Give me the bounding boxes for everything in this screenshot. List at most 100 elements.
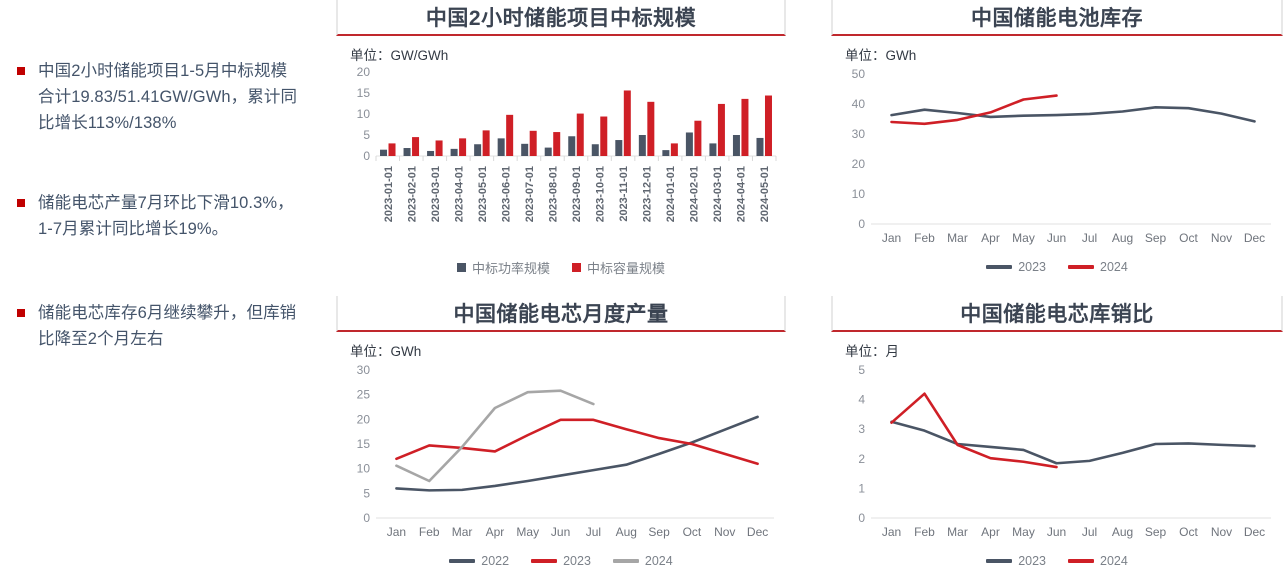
svg-text:2023-04-01: 2023-04-01: [453, 166, 465, 222]
chart-panel-inventory-sales-ratio: 中国储能电芯库销比 单位：月 0 1 2 3 4 5 Jan Feb Mar Apr May Jun J…: [831, 296, 1283, 577]
legend-swatch-icon: [986, 559, 1013, 563]
legend-item[interactable]: 2024: [1068, 554, 1128, 568]
chart-title-box: 中国2小时储能项目中标规模: [336, 0, 786, 36]
legend-label: 2024: [1100, 260, 1128, 274]
legend-item[interactable]: 2024: [612, 554, 673, 568]
svg-text:2023-12-01: 2023-12-01: [642, 166, 654, 222]
legend-swatch-icon: [572, 263, 581, 272]
chart-title: 中国储能电芯月度产量: [453, 303, 669, 326]
svg-text:Mar: Mar: [947, 525, 968, 539]
legend-item[interactable]: 中标功率规模: [456, 258, 550, 277]
svg-text:Jun: Jun: [1047, 525, 1066, 539]
svg-text:5: 5: [858, 363, 865, 377]
svg-text:20: 20: [852, 157, 866, 171]
svg-text:0: 0: [858, 217, 865, 231]
svg-text:2023-09-01: 2023-09-01: [571, 166, 583, 222]
svg-text:Aug: Aug: [616, 525, 637, 539]
svg-text:2024-03-01: 2024-03-01: [712, 166, 724, 222]
legend-label: 2024: [644, 554, 673, 568]
svg-text:2023-05-01: 2023-05-01: [477, 166, 489, 222]
svg-text:Mar: Mar: [452, 525, 473, 539]
chart-panel-battery-inventory: 中国储能电池库存 单位：GWh 0 10 20 30 40 50 Jan Feb Mar Apr M…: [831, 0, 1283, 290]
svg-text:2023-11-01: 2023-11-01: [618, 166, 630, 222]
svg-text:Jan: Jan: [387, 525, 406, 539]
chart-plot-area: 0 1 2 3 4 5 Jan Feb Mar Apr May Jun Jul Aug Sep Oct Nov D…: [831, 362, 1283, 552]
legend-item[interactable]: 2023: [531, 554, 591, 568]
svg-text:Nov: Nov: [1211, 525, 1232, 539]
svg-text:Sep: Sep: [1145, 231, 1167, 245]
legend-item[interactable]: 2022: [449, 554, 509, 568]
bullet-marker-icon: [17, 67, 25, 75]
list-item: 储能电芯库存6月继续攀升，但库销比降至2个月左右: [0, 300, 300, 352]
svg-text:May: May: [1012, 525, 1035, 539]
svg-text:Jul: Jul: [586, 525, 601, 539]
chart-legend: 2022 2023 2024: [336, 554, 786, 568]
legend-item[interactable]: 2023: [986, 554, 1046, 568]
chart-title: 中国2小时储能项目中标规模: [425, 7, 697, 30]
svg-text:2024-04-01: 2024-04-01: [736, 166, 748, 222]
chart-plot-area: 0 10 20 30 40 50 Jan Feb Mar Apr May Jun Jul Aug Sep Oc…: [831, 66, 1283, 258]
chart-panel-cell-production: 中国储能电芯月度产量 单位：GWh 0 5 10 15 20 25 30 Jan Feb Mar A…: [336, 296, 786, 577]
svg-text:2023-07-01: 2023-07-01: [524, 166, 536, 222]
chart-panel-bid-scale: 中国2小时储能项目中标规模 单位：GW/GWh 0 5 10 15 20 2023-01-…: [336, 0, 786, 290]
svg-text:10: 10: [852, 187, 866, 201]
legend-label: 中标功率规模: [471, 261, 550, 276]
list-item: 储能电芯产量7月环比下滑10.3%，1-7月累计同比增长19%。: [0, 190, 300, 242]
line-chart-svg: 0 1 2 3 4 5 Jan Feb Mar Apr May Jun Jul Aug Sep Oct Nov D…: [858, 363, 1271, 539]
svg-text:30: 30: [357, 363, 371, 377]
chart-unit-label: 单位：GW/GWh: [350, 48, 449, 63]
legend-swatch-icon: [612, 559, 639, 563]
svg-text:25: 25: [357, 388, 371, 402]
svg-text:Apr: Apr: [981, 525, 1000, 539]
svg-text:10: 10: [357, 107, 371, 121]
svg-text:40: 40: [852, 97, 866, 111]
svg-text:2023-01-01: 2023-01-01: [383, 166, 395, 222]
svg-text:3: 3: [858, 422, 865, 436]
legend-label: 2022: [481, 554, 510, 568]
bar-chart-svg: 0 5 10 15 20 2023-01-01 2023-02-01 2023-03-01 20…: [357, 66, 777, 222]
chart-legend: 中标功率规模 中标容量规模: [336, 258, 786, 277]
svg-text:Dec: Dec: [747, 525, 768, 539]
bullet-marker-icon: [17, 309, 25, 317]
svg-text:15: 15: [357, 86, 371, 100]
svg-text:Nov: Nov: [714, 525, 735, 539]
legend-label: 2024: [1100, 554, 1128, 568]
legend-swatch-icon: [1068, 559, 1094, 563]
chart-plot-area: 0 5 10 15 20 25 30 Jan Feb Mar Apr May Jun Jul Aug Sep O…: [336, 362, 786, 552]
svg-text:Dec: Dec: [1244, 525, 1265, 539]
svg-text:2023-10-01: 2023-10-01: [595, 166, 607, 222]
svg-text:1: 1: [858, 481, 865, 495]
legend-item[interactable]: 2023: [986, 260, 1046, 274]
legend-item[interactable]: 2024: [1068, 260, 1128, 274]
svg-text:2: 2: [858, 452, 865, 466]
svg-text:10: 10: [357, 462, 371, 476]
bullet-text: 储能电芯产量7月环比下滑10.3%，1-7月累计同比增长19%。: [38, 194, 294, 238]
chart-plot-area: 0 5 10 15 20 2023-01-01 2023-02-01 2023-03-01 20…: [336, 66, 786, 256]
svg-text:Feb: Feb: [914, 231, 935, 245]
svg-text:50: 50: [852, 67, 866, 81]
svg-text:Oct: Oct: [1179, 525, 1198, 539]
svg-text:Mar: Mar: [947, 231, 968, 245]
svg-text:Sep: Sep: [1145, 525, 1167, 539]
svg-text:0: 0: [858, 511, 865, 525]
svg-text:15: 15: [357, 437, 371, 451]
legend-swatch-icon: [449, 559, 476, 563]
svg-text:5: 5: [363, 128, 370, 142]
chart-legend: 2023 2024: [831, 554, 1283, 568]
svg-text:Jun: Jun: [1047, 231, 1066, 245]
chart-title: 中国储能电池库存: [971, 7, 1143, 30]
legend-label: 2023: [1018, 260, 1046, 274]
svg-text:Jun: Jun: [551, 525, 570, 539]
chart-title-box: 中国储能电池库存: [831, 0, 1283, 36]
bullet-text: 中国2小时储能项目1-5月中标规模合计19.83/51.41GW/GWh，累计同…: [38, 62, 298, 132]
chart-unit-label: 单位：GWh: [845, 48, 917, 63]
chart-title-box: 中国储能电芯月度产量: [336, 296, 786, 332]
chart-unit-label: 单位：GWh: [350, 344, 422, 359]
svg-text:Apr: Apr: [981, 231, 1000, 245]
chart-title-box: 中国储能电芯库销比: [831, 296, 1283, 332]
svg-text:2023-03-01: 2023-03-01: [430, 166, 442, 222]
svg-text:2024-05-01: 2024-05-01: [759, 166, 771, 222]
list-item: 中国2小时储能项目1-5月中标规模合计19.83/51.41GW/GWh，累计同…: [0, 58, 300, 136]
svg-text:0: 0: [363, 511, 370, 525]
legend-item[interactable]: 中标容量规模: [572, 258, 665, 277]
